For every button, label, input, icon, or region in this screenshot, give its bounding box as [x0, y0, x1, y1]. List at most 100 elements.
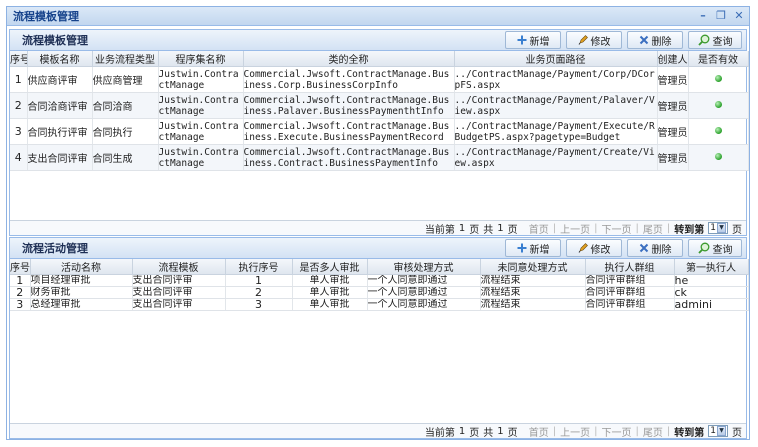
assembly-cell: Justwin.ContractManage: [158, 92, 244, 119]
table-row[interactable]: 1 项目经理审批 支出合同评审 1 单人审批 一个人同意即通过 流程结束 合同评…: [10, 274, 749, 287]
col-header[interactable]: 是否多人审批: [292, 259, 368, 275]
activity-toolbar: 新增 修改 删除 查询: [505, 239, 742, 257]
pencil-icon: [578, 243, 588, 253]
col-header[interactable]: 创建人: [657, 51, 689, 67]
template-name-cell: 支出合同评审: [27, 144, 93, 171]
chevron-down-icon[interactable]: ▼: [717, 223, 726, 233]
flow-template-cell: 支出合同评审: [132, 286, 226, 299]
col-header[interactable]: 未同意处理方式: [480, 259, 586, 275]
first-page-link[interactable]: 首页: [529, 424, 549, 439]
close-icon[interactable]: ✕: [733, 9, 745, 23]
page-path-cell: ../ContractManage/Payment/Palaver/View.a…: [454, 92, 658, 119]
col-header[interactable]: 业务流程类型: [92, 51, 159, 67]
col-header[interactable]: 序号: [10, 259, 31, 275]
pager-current-page: 1: [458, 222, 466, 234]
add-button-label: 新增: [529, 36, 550, 48]
row-number: 2: [10, 286, 31, 299]
creator-cell: 管理员: [657, 118, 689, 145]
pager-total-unit: 页: [507, 224, 518, 236]
prev-page-link[interactable]: 上一页: [560, 424, 590, 439]
multi-approval-cell: 单人审批: [292, 286, 368, 299]
add-button[interactable]: 新增: [505, 239, 561, 257]
class-name-cell: Commercial.Jwsoft.ContractManage.Busines…: [243, 66, 455, 93]
col-header[interactable]: 模板名称: [27, 51, 93, 67]
window-controls: – ❐ ✕: [697, 9, 745, 23]
template-toolbar: 新增 修改 删除 查询: [505, 31, 742, 49]
goto-page-value: 1: [710, 426, 716, 436]
exec-seq-cell: 3: [225, 298, 293, 311]
col-header[interactable]: 执行序号: [225, 259, 293, 275]
green-dot-icon: [714, 127, 722, 134]
prev-page-link[interactable]: 上一页: [560, 221, 590, 236]
table-row[interactable]: 4 支出合同评审 合同生成 Justwin.ContractManage Com…: [10, 144, 749, 171]
first-page-link[interactable]: 首页: [529, 221, 549, 236]
col-header[interactable]: 审核处理方式: [367, 259, 481, 275]
pager-total-pages: 1: [497, 222, 504, 234]
pager-total-pages: 1: [497, 425, 504, 437]
col-header[interactable]: 流程模板: [132, 259, 226, 275]
edit-button[interactable]: 修改: [566, 239, 622, 257]
pager-total-label: 共: [483, 427, 494, 439]
col-header[interactable]: 活动名称: [30, 259, 133, 275]
table-row[interactable]: 1 供应商评审 供应商管理 Justwin.ContractManage Com…: [10, 66, 749, 93]
pager-total-unit: 页: [507, 427, 518, 439]
minimize-icon[interactable]: –: [697, 9, 709, 23]
col-header[interactable]: 程序集名称: [158, 51, 244, 67]
window-title: 流程模板管理: [13, 10, 79, 23]
next-page-link[interactable]: 下一页: [602, 221, 632, 236]
search-button[interactable]: 查询: [688, 31, 742, 49]
class-name-cell: Commercial.Jwsoft.ContractManage.Busines…: [243, 144, 455, 171]
pager-page-unit: 页: [469, 427, 480, 439]
goto-page-select[interactable]: 1 ▼: [708, 222, 728, 234]
pager-current-label: 当前第: [424, 427, 455, 439]
class-name-cell: Commercial.Jwsoft.ContractManage.Busines…: [243, 92, 455, 119]
table-row[interactable]: 2 财务审批 支出合同评审 2 单人审批 一个人同意即通过 流程结束 合同评审群…: [10, 286, 749, 299]
template-panel-header: 流程模板管理 新增 修改 删除 查询: [10, 30, 746, 51]
template-pager: 当前第 1 页 共 1 页 首页 | 上一页 | 下一页 | 尾页 | 转到第 …: [10, 220, 746, 236]
edit-button-label: 修改: [590, 36, 611, 48]
delete-button[interactable]: 删除: [627, 239, 683, 257]
template-name-cell: 合同洽商评审: [27, 92, 93, 119]
template-table-header: 序号 模板名称 业务流程类型 程序集名称 类的全称 业务页面路径 创建人 是否有…: [10, 51, 749, 67]
col-header[interactable]: 类的全称: [243, 51, 455, 67]
table-row[interactable]: 3 合同执行评审 合同执行 Justwin.ContractManage Com…: [10, 118, 749, 145]
valid-cell: [688, 92, 749, 119]
table-row[interactable]: 2 合同洽商评审 合同洽商 Justwin.ContractManage Com…: [10, 92, 749, 119]
col-header[interactable]: 业务页面路径: [454, 51, 658, 67]
table-row[interactable]: 3 总经理审批 支出合同评审 3 单人审批 一个人同意即通过 流程结束 合同评审…: [10, 298, 749, 311]
col-header[interactable]: 序号: [10, 51, 28, 67]
activity-pager: 当前第 1 页 共 1 页 首页 | 上一页 | 下一页 | 尾页 | 转到第 …: [10, 423, 746, 439]
goto-page-value: 1: [710, 223, 716, 233]
last-page-link[interactable]: 尾页: [643, 424, 663, 439]
goto-page-select[interactable]: 1 ▼: [708, 425, 728, 437]
pencil-icon: [578, 35, 588, 45]
template-management-window: 流程模板管理 – ❐ ✕ 流程模板管理 新增 修改 删除 查询 序 模板名称 业…: [6, 6, 750, 440]
executor-group-cell: 合同评审群组: [585, 298, 675, 311]
reject-mode-cell: 流程结束: [480, 298, 586, 311]
assembly-cell: Justwin.ContractManage: [158, 144, 244, 171]
col-header[interactable]: 是否有效: [688, 51, 749, 67]
pager-total-label: 共: [483, 224, 494, 236]
last-page-link[interactable]: 尾页: [643, 221, 663, 236]
col-header[interactable]: 第一执行人: [674, 259, 749, 275]
edit-button[interactable]: 修改: [566, 31, 622, 49]
col-header[interactable]: 执行人群组: [585, 259, 675, 275]
reject-mode-cell: 流程结束: [480, 286, 586, 299]
green-dot-icon: [714, 75, 722, 82]
template-panel-title: 流程模板管理: [22, 34, 88, 47]
chevron-down-icon[interactable]: ▼: [717, 426, 726, 436]
review-mode-cell: 一个人同意即通过: [367, 298, 481, 311]
search-button[interactable]: 查询: [688, 239, 742, 257]
template-name-cell: 供应商评审: [27, 66, 93, 93]
add-button[interactable]: 新增: [505, 31, 561, 49]
template-panel: 流程模板管理 新增 修改 删除 查询 序 模板名称 业务流程类型 程序集名称 类…: [9, 29, 749, 236]
creator-cell: 管理员: [657, 144, 689, 171]
restore-icon[interactable]: ❐: [715, 9, 727, 23]
activity-name-cell: 项目经理审批: [30, 274, 133, 287]
row-number: 1: [10, 274, 31, 287]
next-page-link[interactable]: 下一页: [602, 424, 632, 439]
delete-icon: [639, 243, 648, 253]
first-executor-cell: admini: [674, 298, 749, 311]
delete-button[interactable]: 删除: [627, 31, 683, 49]
delete-button-label: 删除: [651, 244, 672, 256]
